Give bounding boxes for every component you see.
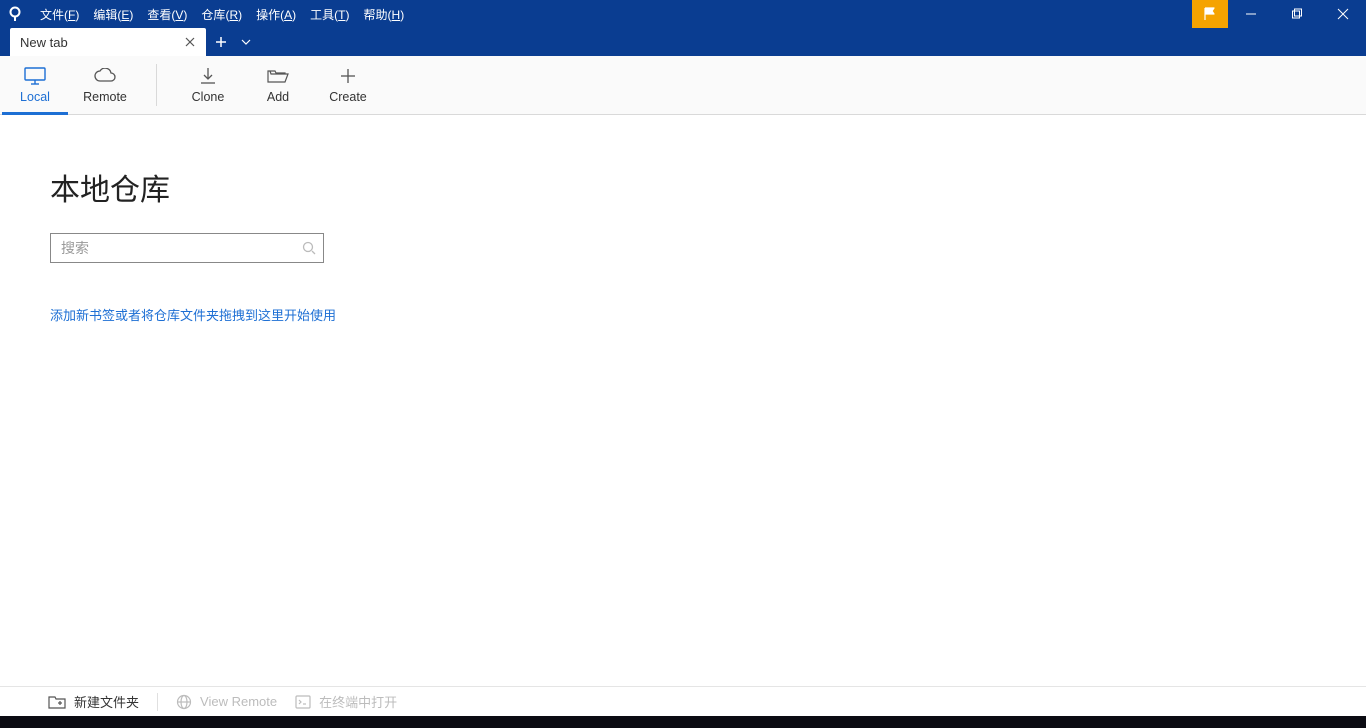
globe-icon [176,694,192,710]
close-icon [1337,8,1349,20]
new-folder-icon [48,695,66,709]
close-button[interactable] [1320,0,1366,28]
cloud-icon [93,66,117,86]
close-icon [185,37,195,47]
new-folder-label: 新建文件夹 [74,692,139,711]
menu-help[interactable]: 帮助(H) [364,6,405,23]
monitor-icon [24,66,46,86]
clone-label: Clone [192,90,225,104]
download-icon [199,66,217,86]
add-button[interactable]: Add [243,56,313,114]
page-title: 本地仓库 [50,165,1366,209]
flag-icon [1203,7,1217,21]
folder-open-icon [267,66,289,86]
clone-button[interactable]: Clone [173,56,243,114]
local-button[interactable]: Local [0,56,70,114]
search-icon [302,241,316,255]
taskbar-strip [0,716,1366,728]
search-input[interactable] [50,233,324,263]
maximize-icon [1291,8,1303,20]
plus-icon [214,35,228,49]
menu-edit[interactable]: 编辑(E) [93,6,133,23]
local-label: Local [20,90,50,104]
add-bookmark-hint[interactable]: 添加新书签或者将仓库文件夹拖拽到这里开始使用 [50,305,336,324]
minimize-icon [1245,8,1257,20]
remote-label: Remote [83,90,127,104]
maximize-button[interactable] [1274,0,1320,28]
add-label: Add [267,90,289,104]
tab-label: New tab [20,35,68,50]
plus-icon [340,66,356,86]
minimize-button[interactable] [1228,0,1274,28]
notification-flag-button[interactable] [1192,0,1228,28]
toolbar: Local Remote Clone Add Create [0,56,1366,115]
toolbar-separator [156,64,157,106]
main-content: 本地仓库 添加新书签或者将仓库文件夹拖拽到这里开始使用 [0,115,1366,686]
open-terminal-button[interactable]: 在终端中打开 [295,692,397,711]
view-remote-button[interactable]: View Remote [176,694,277,710]
remote-button[interactable]: Remote [70,56,140,114]
menu-repo[interactable]: 仓库(R) [201,6,242,23]
status-separator [157,693,158,711]
titlebar: 文件(F) 编辑(E) 查看(V) 仓库(R) 操作(A) 工具(T) 帮助(H… [0,0,1366,28]
menu-file[interactable]: 文件(F) [40,6,79,23]
app-icon [0,6,30,22]
open-terminal-label: 在终端中打开 [319,692,397,711]
tab-new[interactable]: New tab [10,28,206,56]
new-folder-button[interactable]: 新建文件夹 [48,692,139,711]
create-button[interactable]: Create [313,56,383,114]
caret-down-icon [241,37,251,47]
terminal-icon [295,695,311,709]
menu-view[interactable]: 查看(V) [147,6,187,23]
search-wrap [50,233,324,263]
window-controls [1228,0,1366,28]
menu-tools[interactable]: 工具(T) [310,6,349,23]
new-tab-button[interactable] [206,28,236,56]
view-remote-label: View Remote [200,694,277,709]
tabstrip: New tab [0,28,1366,56]
tab-dropdown-button[interactable] [236,28,256,56]
create-label: Create [329,90,367,104]
menu-action[interactable]: 操作(A) [256,6,296,23]
tab-close-button[interactable] [182,34,198,50]
statusbar: 新建文件夹 View Remote 在终端中打开 [0,686,1366,716]
menu-bar: 文件(F) 编辑(E) 查看(V) 仓库(R) 操作(A) 工具(T) 帮助(H… [30,6,404,23]
